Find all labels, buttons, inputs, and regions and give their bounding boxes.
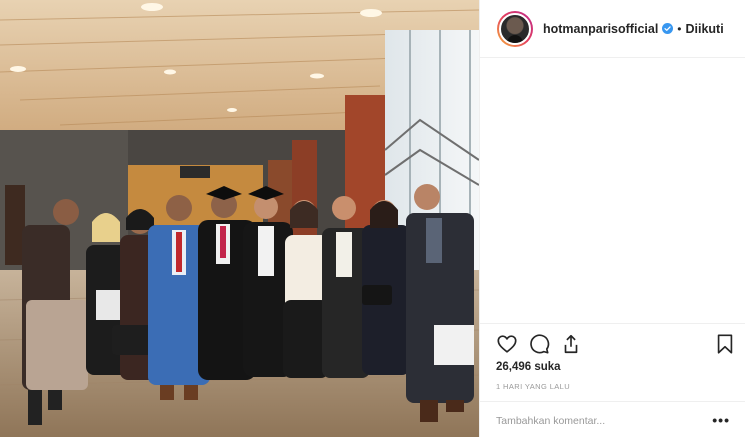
instagram-post: hotmanparisofficial • Diikuti 26,496 suk… <box>0 0 745 437</box>
group-photo-illustration <box>0 0 479 437</box>
heart-icon <box>497 335 517 353</box>
action-icon-row <box>496 333 733 357</box>
avatar-image <box>499 12 531 45</box>
post-photo[interactable] <box>0 0 479 437</box>
comment-bar: ••• <box>480 401 745 437</box>
comment-bubble-icon <box>530 334 550 354</box>
share-button[interactable] <box>560 333 582 355</box>
post-header: hotmanparisofficial • Diikuti <box>480 0 745 58</box>
profile-avatar[interactable] <box>497 10 533 47</box>
likes-count[interactable]: 26,496 suka <box>496 361 561 373</box>
bookmark-icon <box>717 334 733 354</box>
like-button[interactable] <box>496 333 518 355</box>
username-text: hotmanparisofficial <box>543 21 659 36</box>
post-side-panel: hotmanparisofficial • Diikuti 26,496 suk… <box>479 0 745 437</box>
comment-input[interactable] <box>496 413 696 429</box>
save-button[interactable] <box>714 333 736 355</box>
username-link[interactable]: hotmanparisofficial <box>543 21 674 36</box>
post-timestamp[interactable]: 1 HARI YANG LALU <box>496 382 570 391</box>
post-actions-section: 26,496 suka 1 HARI YANG LALU ••• <box>480 323 745 437</box>
share-upload-icon <box>564 334 578 354</box>
following-button[interactable]: Diikuti <box>686 22 724 36</box>
separator-dot: • <box>677 21 682 36</box>
verified-badge-icon <box>662 22 674 34</box>
more-options-icon[interactable]: ••• <box>712 412 730 428</box>
comment-button[interactable] <box>528 333 550 355</box>
